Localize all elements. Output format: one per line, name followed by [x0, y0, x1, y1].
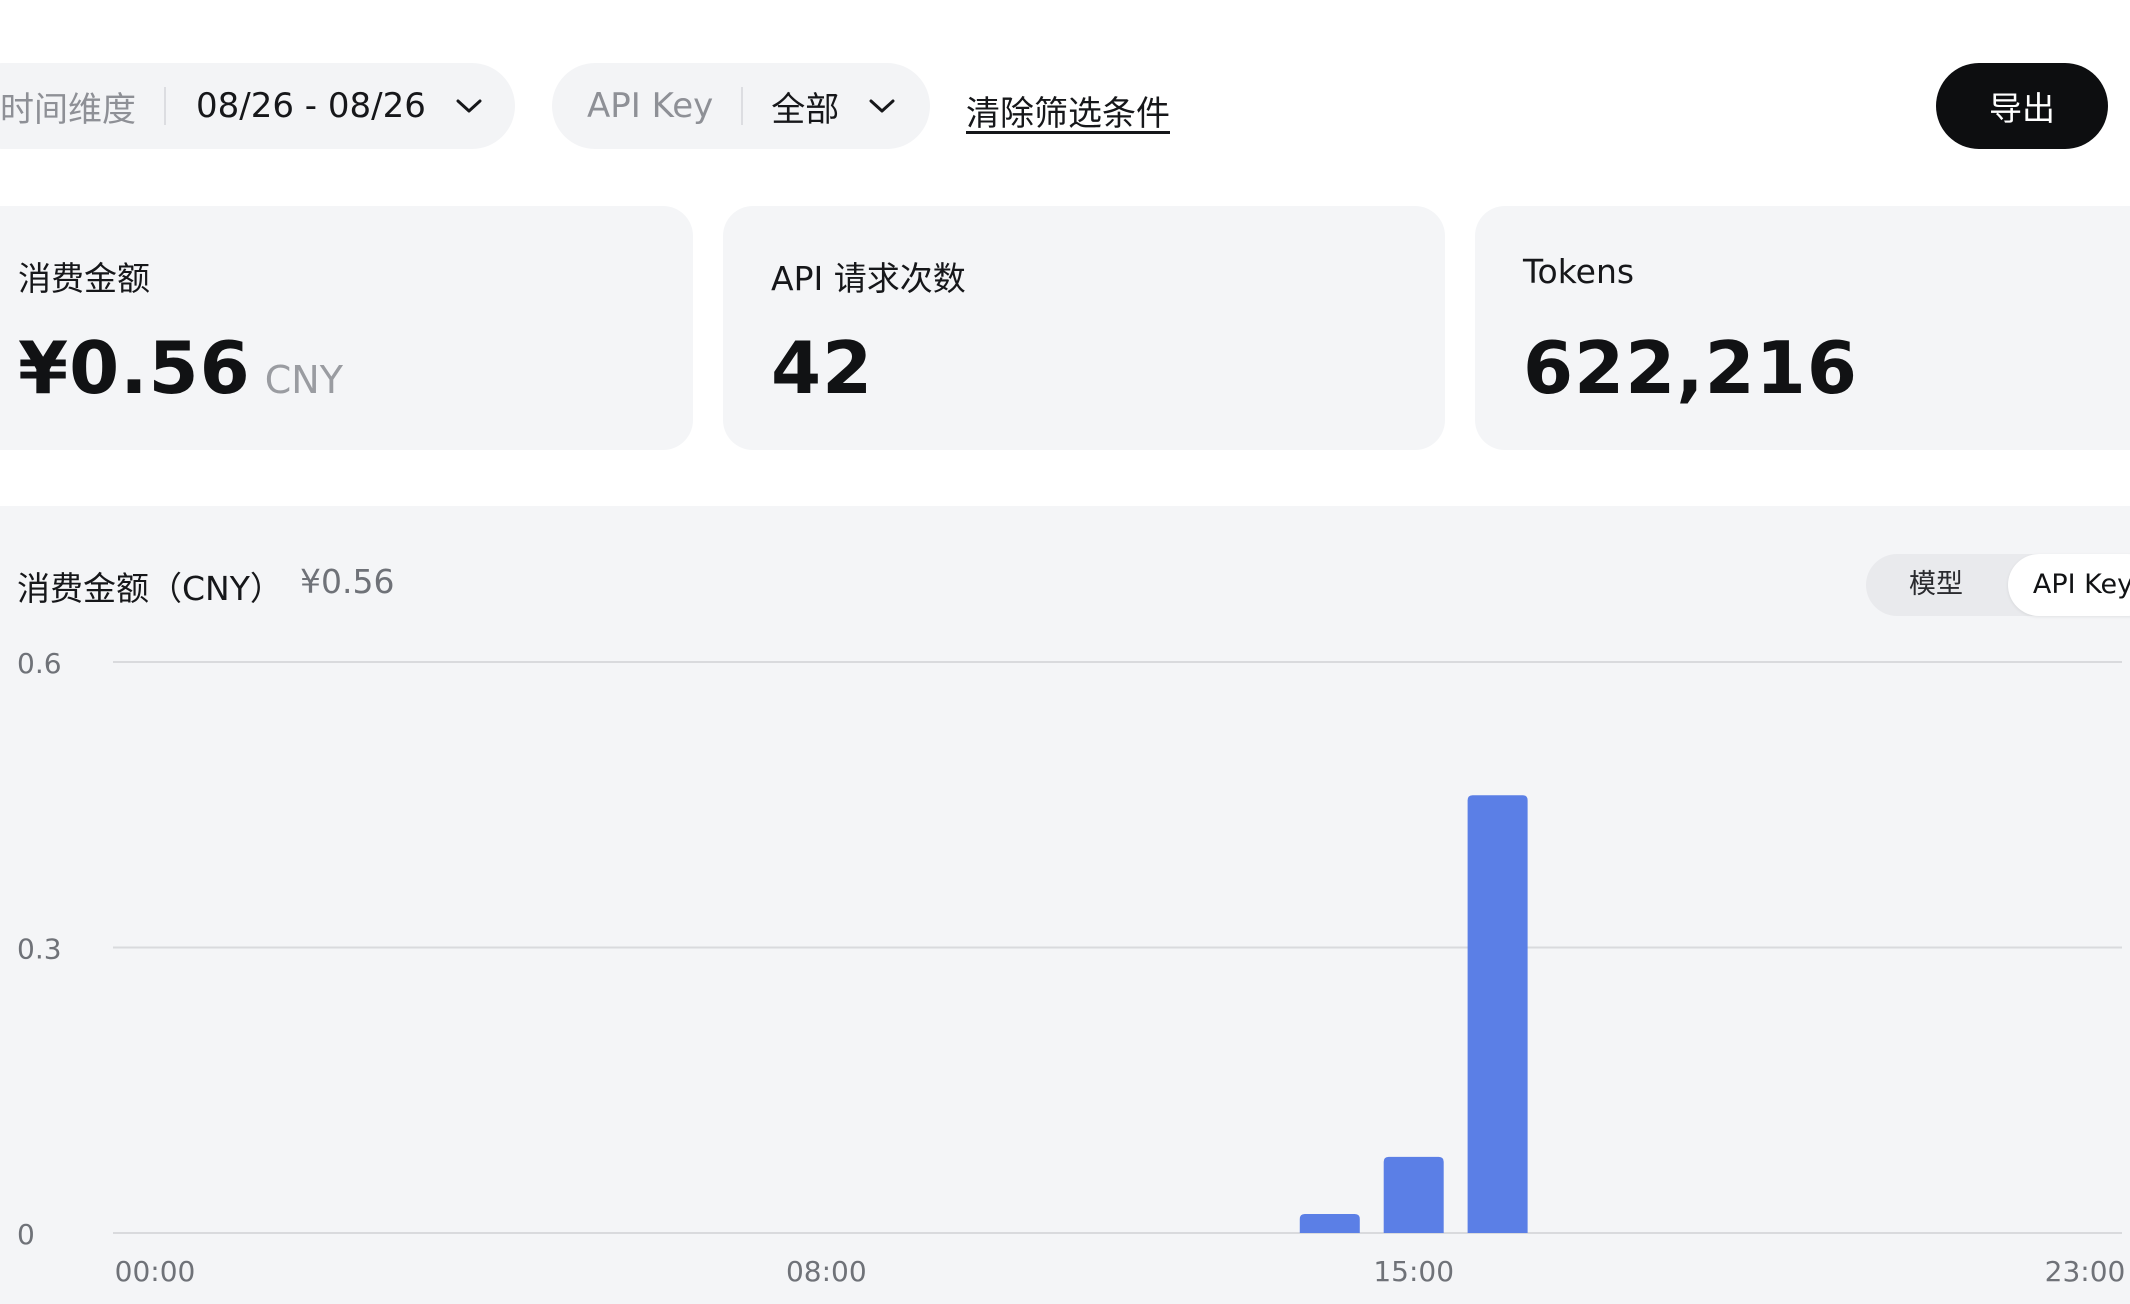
y-tick-label: 0.6	[17, 647, 62, 680]
tokens-card-value: 622,216	[1523, 326, 1858, 410]
spend-card-title: 消费金额	[18, 259, 150, 298]
spend-card: 消费金额 ¥0.56 CNY	[0, 206, 693, 450]
spend-chart-panel: 消费金额（CNY） ¥0.56 模型 API Key 0 0.3 0.6 00:00 0…	[0, 506, 2130, 1304]
time-range-label: 时间维度	[0, 89, 136, 130]
tokens-card-title: Tokens	[1523, 252, 1635, 291]
spend-card-value-row: ¥0.56 CNY	[18, 326, 343, 410]
x-tick-label: 00:00	[115, 1255, 196, 1288]
time-range-filter[interactable]: 时间维度 08/26 - 08/26	[0, 63, 515, 149]
api-key-label: API Key	[587, 86, 714, 126]
tokens-card: Tokens 622,216	[1475, 206, 2130, 450]
api-key-filter[interactable]: API Key 全部	[552, 63, 930, 149]
x-tick-label: 23:00	[2045, 1255, 2126, 1288]
spend-card-value: ¥0.56	[18, 326, 251, 410]
usage-dashboard: 时间维度 08/26 - 08/26 API Key 全部 清除筛选条件 导出 …	[0, 0, 2130, 1304]
spend-card-unit: CNY	[264, 358, 343, 402]
chevron-down-icon[interactable]	[456, 98, 482, 114]
spend-bar-chart: 0 0.3 0.6 00:00 08:00 15:00 23:00	[17, 647, 2126, 1288]
filter-divider	[741, 87, 744, 125]
time-range-value[interactable]: 08/26 - 08/26	[196, 86, 426, 126]
y-tick-label: 0.3	[17, 933, 62, 966]
requests-card: API 请求次数 42	[723, 206, 1445, 450]
requests-card-title: API 请求次数	[771, 259, 966, 298]
x-tick-label: 15:00	[1373, 1255, 1454, 1288]
bar	[1383, 1156, 1444, 1233]
requests-card-value: 42	[771, 326, 874, 410]
y-tick-label: 0	[17, 1218, 35, 1251]
filter-divider	[164, 87, 166, 125]
bar	[1299, 1213, 1360, 1233]
bar	[1467, 795, 1528, 1233]
clear-filters-link[interactable]: 清除筛选条件	[966, 86, 1170, 135]
api-key-value[interactable]: 全部	[771, 82, 839, 131]
x-tick-label: 08:00	[786, 1255, 867, 1288]
export-button[interactable]: 导出	[1936, 63, 2108, 149]
chevron-down-icon[interactable]	[869, 98, 895, 114]
